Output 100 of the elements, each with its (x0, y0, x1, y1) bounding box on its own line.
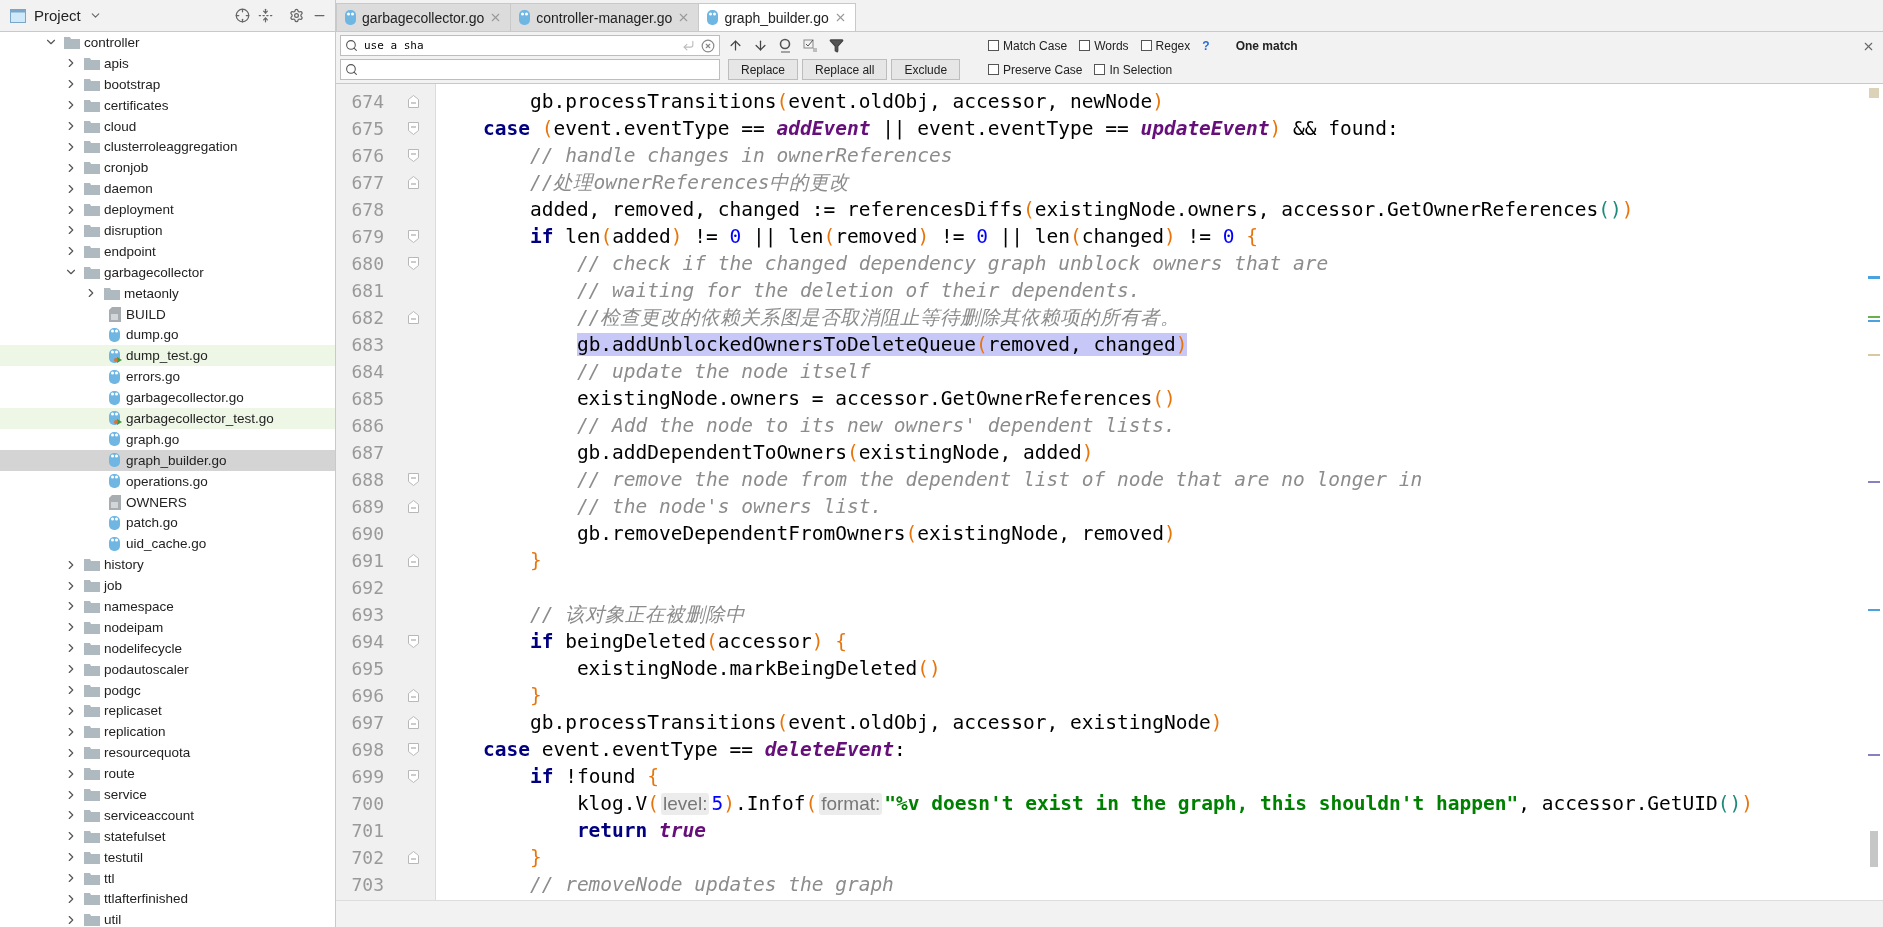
search-action-button[interactable]: Replace all (802, 59, 888, 80)
tree-item[interactable]: deployment (0, 199, 335, 220)
tree-item-label: job (104, 578, 122, 594)
close-icon[interactable] (1862, 40, 1875, 53)
tree-item[interactable]: dump.go (0, 324, 335, 346)
tree-item[interactable]: replicaset (0, 700, 335, 722)
tree-item[interactable]: namespace (0, 596, 335, 617)
folder-icon (84, 223, 100, 237)
tree-item[interactable]: route (0, 763, 335, 785)
help-link[interactable]: ? (1202, 38, 1210, 53)
code-text: 5).Infof( (711, 792, 818, 815)
folder-icon (84, 140, 100, 154)
code-text: //处理ownerReferences中的更改 (528, 170, 850, 196)
folder-icon (84, 161, 100, 175)
tree-item[interactable]: bootstrap (0, 73, 335, 95)
tree-item[interactable]: testutil (0, 846, 335, 868)
crosshair-icon[interactable] (235, 8, 250, 23)
tree-item[interactable]: podgc (0, 679, 335, 701)
panel-title[interactable]: Project (34, 7, 81, 24)
tree-item[interactable]: controller (0, 32, 335, 53)
file-icon (108, 389, 122, 406)
folder-icon (84, 620, 100, 634)
tree-item[interactable]: nodelifecycle (0, 637, 335, 659)
tree-item[interactable]: replication (0, 721, 335, 743)
tree-item[interactable]: job (0, 575, 335, 597)
collapse-icon[interactable] (258, 8, 273, 23)
code-text: // handle changes in ownerReferences (528, 144, 953, 167)
tree-item[interactable]: resourcequota (0, 742, 335, 764)
tree-item[interactable]: BUILD (0, 303, 335, 325)
search-icon[interactable] (345, 63, 358, 76)
line-number: 690 (350, 523, 384, 544)
project-icon (10, 8, 26, 23)
search-field[interactable]: use a sha (340, 35, 720, 56)
checkbox[interactable] (1094, 64, 1106, 75)
tree-item[interactable]: serviceaccount (0, 804, 335, 826)
tree-item[interactable]: cloud (0, 115, 335, 137)
tree-item[interactable]: patch.go (0, 512, 335, 534)
tree-item[interactable]: ttlafterfinished (0, 888, 335, 910)
tree-item[interactable]: ttl (0, 867, 335, 889)
code-text: added, removed, changed := referencesDiffs(existingNode.owners, accessor.GetOwnerReferences()) (528, 198, 1634, 221)
tree-item[interactable]: garbagecollector_test.go (0, 408, 335, 429)
checklist-icon[interactable] (803, 38, 819, 53)
tree-item[interactable]: certificates (0, 94, 335, 116)
code-text: if beingDeleted(accessor) { (528, 630, 847, 653)
tree-item-label: ttl (104, 870, 115, 886)
tree-item[interactable]: operations.go (0, 470, 335, 492)
tree-item[interactable]: apis (0, 52, 335, 74)
tree-item[interactable]: endpoint (0, 240, 335, 262)
tree-item[interactable]: metaonly (0, 282, 335, 304)
arrow-down-icon[interactable] (753, 38, 768, 53)
tree-item-label: garbagecollector (104, 264, 204, 280)
tree-item[interactable]: graph_builder.go (0, 449, 335, 471)
tree-item[interactable]: util (0, 909, 335, 927)
tree-item-label: dump_test.go (126, 348, 208, 364)
tree-item[interactable]: nodeipam (0, 616, 335, 638)
code-text: gb.processTransitions(event.oldObj, accessor, existingNode) (528, 711, 1223, 734)
editor-tab[interactable]: garbagecollector.go (336, 3, 512, 31)
tree-item[interactable]: clusterroleaggregation (0, 136, 335, 158)
tree-item[interactable]: statefulset (0, 825, 335, 847)
tree-item[interactable]: dump_test.go (0, 345, 335, 367)
filter-icon[interactable] (829, 38, 844, 53)
folder-icon (84, 119, 100, 133)
settings-icon[interactable] (289, 8, 304, 23)
tree-item[interactable]: OWNERS (0, 491, 335, 513)
tree-item[interactable]: uid_cache.go (0, 533, 335, 555)
search-action-button[interactable]: Replace (728, 59, 799, 80)
clear-icon[interactable] (701, 38, 715, 53)
line-number: 703 (350, 874, 384, 895)
checkbox[interactable] (988, 40, 1000, 51)
file-icon (108, 326, 122, 343)
tree-item[interactable]: daemon (0, 178, 335, 200)
tree-item[interactable]: errors.go (0, 366, 335, 388)
file-icon (345, 10, 357, 25)
line-number: 700 (350, 793, 384, 814)
tree-item[interactable]: service (0, 784, 335, 805)
checkbox[interactable] (988, 64, 1000, 75)
replace-field[interactable] (340, 59, 720, 80)
folder-icon (84, 265, 100, 279)
tree-item-label: uid_cache.go (126, 536, 207, 552)
editor-tab[interactable]: controller-manager.go (510, 3, 700, 31)
select-all-icon[interactable] (778, 38, 793, 53)
tree-item[interactable]: graph.go (0, 428, 335, 450)
tree-item[interactable]: garbagecollector (0, 261, 335, 283)
checkbox[interactable] (1140, 40, 1152, 51)
folder-icon (84, 788, 100, 801)
tree-item-label: service (104, 787, 147, 802)
line-number: 691 (350, 550, 384, 571)
search-icon[interactable] (345, 39, 358, 52)
checkbox[interactable] (1079, 40, 1091, 51)
search-action-button[interactable]: Exclude (891, 59, 961, 80)
folder-icon (84, 558, 100, 572)
tree-item[interactable]: history (0, 554, 335, 576)
tree-item[interactable]: disruption (0, 220, 335, 241)
editor-tab[interactable]: graph_builder.go (698, 3, 856, 31)
tree-item[interactable]: cronjob (0, 157, 335, 179)
tree-item[interactable]: podautoscaler (0, 658, 335, 680)
option-label: Preserve Case (1003, 62, 1083, 77)
tree-item[interactable]: garbagecollector.go (0, 387, 335, 409)
folder-icon (84, 913, 100, 927)
code-text: // Add the node to its new owners' dependent lists. (575, 414, 1176, 437)
